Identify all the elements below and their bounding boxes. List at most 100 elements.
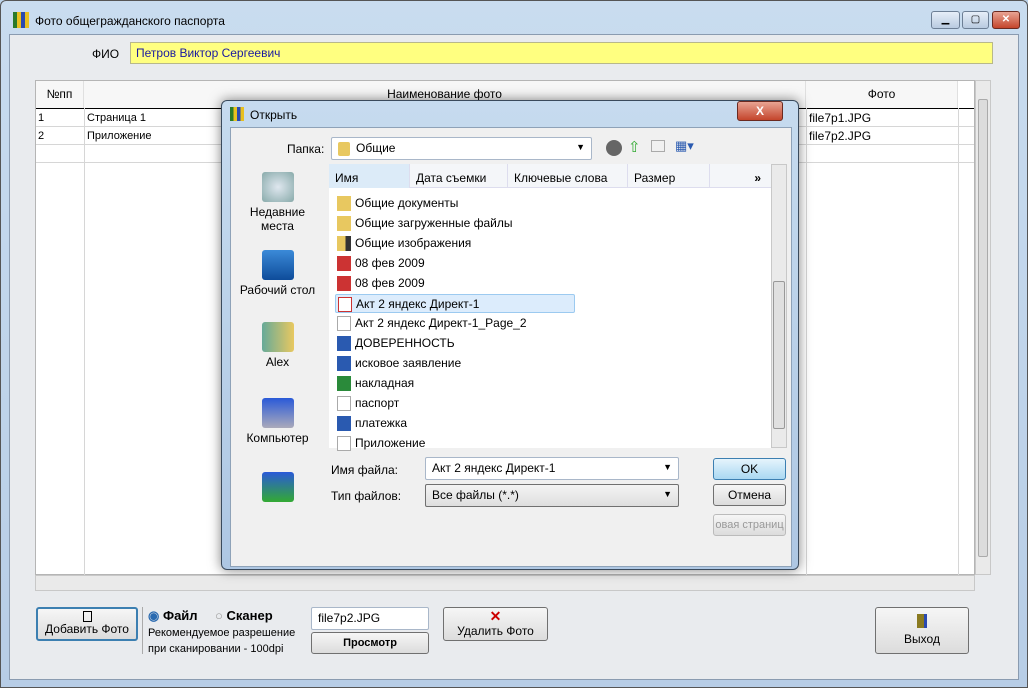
folder-label: Папка: (287, 142, 325, 156)
file-name: накладная (355, 376, 415, 390)
file-item[interactable]: паспорт (335, 394, 575, 413)
add-photo-button[interactable]: Добавить Фото (36, 607, 138, 641)
image-icon (337, 396, 351, 411)
folder-icon (338, 142, 350, 156)
row-photo: file7p2.JPG (809, 129, 872, 143)
file-item[interactable]: Акт 2 яндекс Директ-1 (335, 294, 575, 313)
add-photo-label: Добавить Фото (45, 622, 129, 636)
radio-file[interactable]: ◉ Файл (148, 608, 198, 624)
filename-label: Имя файла: (331, 463, 398, 477)
file-name: Приложение (355, 436, 426, 450)
pdf-icon (338, 297, 352, 312)
more-columns-button[interactable]: » (709, 164, 771, 188)
close-button[interactable]: ✕ (992, 11, 1020, 29)
up-folder-icon[interactable]: ⇧ (628, 138, 641, 156)
window-title: Фото общегражданского паспорта (35, 14, 225, 28)
scan-hint-1: Рекомендуемое разрешение (148, 627, 296, 639)
cancel-button[interactable]: Отмена (713, 484, 786, 506)
file-item[interactable]: Приложение (335, 434, 575, 453)
column-name[interactable]: Имя (329, 164, 409, 188)
image-icon (337, 316, 351, 331)
preview-button[interactable]: Просмотр (311, 632, 429, 654)
radio-checked-icon: ◉ (148, 608, 160, 623)
radio-unchecked-icon: ○ (215, 608, 223, 623)
file-item[interactable]: исковое заявление (335, 354, 575, 373)
radio-scanner[interactable]: ○ Сканер (215, 608, 273, 623)
chevron-down-icon: ▼ (576, 142, 585, 152)
place-recent[interactable]: Недавние места (235, 172, 320, 233)
filetype-combo[interactable]: Все файлы (*.*) ▼ (425, 484, 679, 507)
desktop-icon (261, 250, 294, 280)
col-divider (84, 108, 85, 576)
place-label: Рабочий стол (239, 283, 316, 297)
file-name: 08 фев 2009 (355, 256, 425, 270)
file-item[interactable]: 08 фев 2009 (335, 254, 575, 273)
mdf-icon (337, 256, 351, 271)
image-icon (337, 436, 351, 451)
file-item[interactable]: Общие документы (335, 194, 575, 213)
column-date[interactable]: Дата съемки (409, 164, 507, 188)
file-item[interactable]: 08 фев 2009 (335, 274, 575, 293)
excel-icon (337, 376, 351, 391)
file-item[interactable]: ДОВЕРЕННОСТЬ (335, 334, 575, 353)
column-header-number[interactable]: №пп (36, 81, 84, 108)
delete-photo-button[interactable]: ✕ Удалить Фото (443, 607, 548, 641)
file-item[interactable]: накладная (335, 374, 575, 393)
file-name: Акт 2 яндекс Директ-1_Page_2 (355, 316, 527, 330)
place-label: Недавние места (249, 205, 306, 233)
folder-icon (337, 196, 351, 211)
file-item[interactable]: Общие загруженные файлы (335, 214, 575, 233)
place-label: Компьютер (246, 431, 309, 445)
minimize-button[interactable]: ▁ (931, 11, 960, 29)
maximize-button[interactable]: ▢ (962, 11, 989, 29)
file-name: ДОВЕРЕННОСТЬ (355, 336, 455, 350)
chevron-down-icon: ▼ (663, 462, 672, 472)
file-name: платежка (355, 416, 408, 430)
file-item[interactable]: Общие изображения (335, 234, 575, 253)
filename-combo[interactable]: Акт 2 яндекс Директ-1 ▼ (425, 457, 679, 480)
file-name: Общие документы (355, 196, 459, 210)
view-menu-icon[interactable]: ▦▾ (675, 138, 694, 154)
new-file-icon (82, 611, 92, 622)
column-keywords[interactable]: Ключевые слова (507, 164, 627, 188)
place-desktop[interactable]: Рабочий стол (235, 250, 320, 297)
file-list-header: Имя Дата съемки Ключевые слова Размер » (329, 164, 771, 188)
ok-button[interactable]: OK (713, 458, 786, 480)
back-icon[interactable] (606, 140, 622, 156)
scroll-thumb[interactable] (978, 99, 988, 557)
app-icon (13, 12, 29, 28)
row-name: Страница 1 (87, 112, 147, 124)
col-divider (806, 108, 807, 576)
file-list-scrollbar[interactable] (771, 164, 787, 448)
column-size[interactable]: Размер (627, 164, 709, 188)
horizontal-scrollbar[interactable] (35, 575, 975, 591)
place-network[interactable] (235, 472, 320, 505)
word-icon (337, 336, 351, 351)
vertical-scrollbar[interactable] (975, 80, 991, 575)
fio-field[interactable]: Петров Виктор Сергеевич (130, 42, 993, 64)
row-photo: file7p1.JPG (809, 111, 872, 125)
folder-value: Общие (356, 141, 396, 155)
dialog-body: Папка: Общие ▼ ⇧ ▦▾ Недавние места Рабочи… (230, 127, 792, 567)
filetype-label: Тип файлов: (331, 489, 402, 503)
file-item[interactable]: платежка (335, 414, 575, 433)
chevron-down-icon: ▼ (663, 489, 672, 499)
folder-combo[interactable]: Общие ▼ (331, 137, 592, 160)
exit-button[interactable]: Выход (875, 607, 969, 654)
scroll-thumb[interactable] (773, 281, 785, 429)
computer-icon (261, 398, 294, 428)
row-number: 1 (38, 112, 45, 124)
mds-icon (337, 276, 351, 291)
dialog-close-button[interactable]: X (737, 101, 783, 121)
col-divider (958, 108, 959, 576)
recent-places-icon (261, 172, 294, 202)
column-header-photo[interactable]: Фото (806, 81, 958, 108)
new-folder-icon[interactable] (651, 140, 665, 152)
filetype-value: Все файлы (*.*) (432, 488, 519, 502)
file-item[interactable]: Акт 2 яндекс Директ-1_Page_2 (335, 314, 575, 333)
row-number: 2 (38, 130, 45, 142)
place-computer[interactable]: Компьютер (235, 398, 320, 445)
delete-photo-label: Удалить Фото (457, 624, 534, 638)
place-user[interactable]: Alex (235, 322, 320, 369)
file-field[interactable]: file7p2.JPG (311, 607, 429, 630)
